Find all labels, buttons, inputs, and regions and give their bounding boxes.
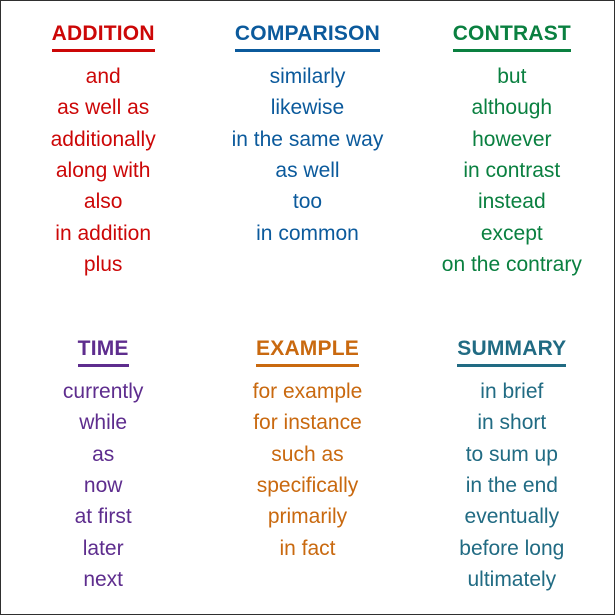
list-item: too	[292, 190, 323, 214]
category-contrast: CONTRAST but although however in contras…	[410, 1, 614, 316]
list-item: as well as	[57, 96, 150, 120]
list-item: in the end	[465, 473, 558, 497]
word-list-summary: in brief in short to sum up in the end e…	[410, 376, 614, 595]
list-item: in common	[256, 221, 359, 245]
list-item: instead	[477, 190, 546, 214]
list-item: as	[92, 442, 115, 466]
list-item: now	[83, 473, 123, 497]
list-item: similarly	[269, 65, 346, 89]
list-item: specifically	[256, 473, 359, 497]
list-item: while	[79, 411, 128, 435]
list-item: plus	[83, 252, 123, 276]
list-item: along with	[55, 158, 151, 182]
word-list-contrast: but although however in contrast instead…	[410, 61, 614, 280]
word-list-comparison: similarly likewise in the same way as we…	[205, 61, 409, 249]
list-item: however	[472, 127, 552, 151]
list-item: in short	[477, 411, 547, 435]
list-item: later	[82, 536, 124, 560]
transition-words-poster: ADDITION and as well as additionally alo…	[0, 0, 615, 615]
list-item: although	[471, 96, 553, 120]
category-heading-summary: SUMMARY	[457, 337, 567, 368]
list-item: before long	[459, 536, 565, 560]
list-item: additionally	[50, 127, 156, 151]
list-item: next	[83, 567, 124, 591]
category-example: EXAMPLE for example for instance such as…	[205, 316, 409, 614]
category-heading-time: TIME	[77, 337, 129, 368]
word-list-addition: and as well as additionally along with a…	[1, 61, 205, 280]
list-item: in contrast	[463, 158, 561, 182]
list-item: in addition	[55, 221, 152, 245]
list-item: such as	[271, 442, 344, 466]
list-item: in brief	[480, 380, 544, 404]
word-list-example: for example for instance such as specifi…	[205, 376, 409, 564]
list-item: currently	[62, 380, 144, 404]
list-item: likewise	[270, 96, 345, 120]
list-item: but	[497, 65, 527, 89]
category-addition: ADDITION and as well as additionally alo…	[1, 1, 205, 316]
list-item: primarily	[267, 505, 348, 529]
list-item: ultimately	[467, 567, 557, 591]
list-item: also	[83, 190, 123, 214]
list-item: and	[85, 65, 121, 89]
category-heading-addition: ADDITION	[51, 22, 155, 53]
category-comparison: COMPARISON similarly likewise in the sam…	[205, 1, 409, 316]
list-item: eventually	[464, 505, 560, 529]
list-item: for instance	[253, 411, 362, 435]
list-item: to sum up	[465, 442, 558, 466]
category-summary: SUMMARY in brief in short to sum up in t…	[410, 316, 614, 614]
category-grid: ADDITION and as well as additionally alo…	[1, 1, 614, 614]
list-item: for example	[252, 380, 363, 404]
category-heading-comparison: COMPARISON	[234, 22, 381, 53]
list-item: in the same way	[231, 127, 384, 151]
word-list-time: currently while as now at first later ne…	[1, 376, 205, 595]
list-item: on the contrary	[441, 252, 582, 276]
category-heading-contrast: CONTRAST	[452, 22, 571, 53]
list-item: in fact	[279, 536, 336, 560]
list-item: as well	[275, 158, 340, 182]
list-item: at first	[74, 505, 132, 529]
list-item: except	[480, 221, 543, 245]
category-time: TIME currently while as now at first lat…	[1, 316, 205, 614]
category-heading-example: EXAMPLE	[256, 337, 359, 368]
